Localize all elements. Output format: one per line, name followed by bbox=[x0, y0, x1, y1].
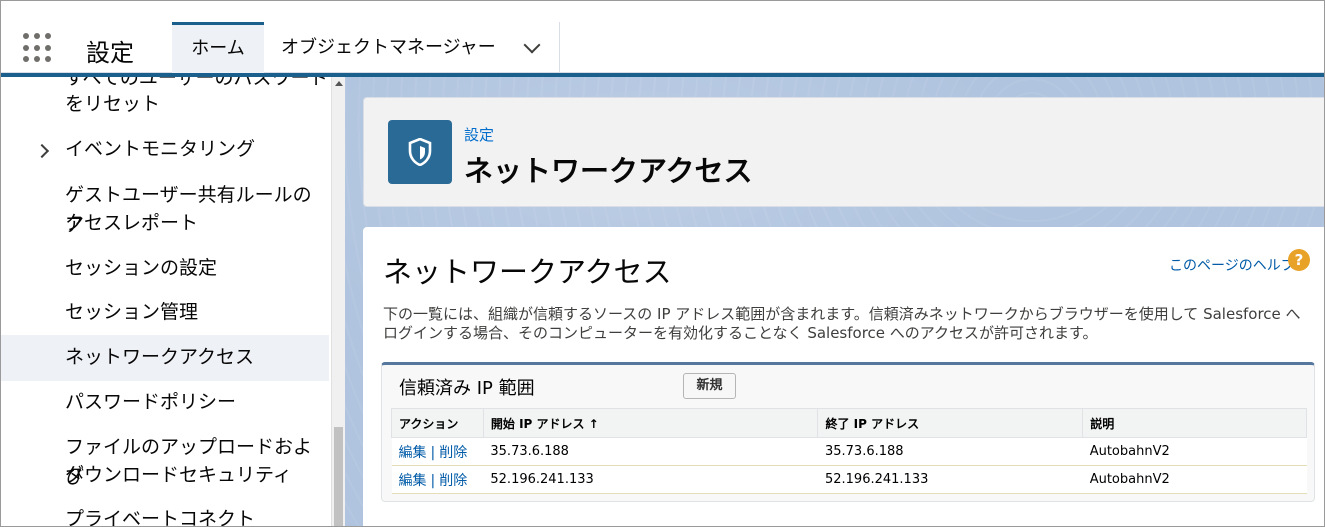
sidebar-scrollbar[interactable] bbox=[331, 77, 345, 526]
chevron-right-icon[interactable] bbox=[34, 143, 50, 159]
sidebar-item-private-connect[interactable]: プライベートコネクト bbox=[1, 504, 329, 527]
sidebar-item-session-settings[interactable]: セッションの設定 bbox=[1, 253, 329, 283]
column-header-action: アクション bbox=[391, 408, 484, 438]
action-separator: | bbox=[430, 444, 436, 461]
action-separator: | bbox=[430, 472, 436, 489]
setup-sidebar: すべてのユーザーのパスワード をリセット イベントモニタリング ゲストユーザー共… bbox=[1, 77, 331, 527]
sidebar-item-password-policies[interactable]: パスワードポリシー bbox=[1, 387, 329, 417]
description-cell: AutobahnV2 bbox=[1082, 465, 1307, 494]
main-content: 設定 ネットワークアクセス ネットワークアクセス このページのヘルプ ? 下の一… bbox=[345, 77, 1324, 526]
description-text: 下の一覧には、組織が信頼するソースの IP アドレス範囲が含まれます。信頼済みネ… bbox=[383, 305, 1301, 342]
section-title: ネットワークアクセス bbox=[383, 255, 672, 289]
new-button[interactable]: 新規 bbox=[683, 373, 736, 399]
scroll-up-arrow-icon[interactable] bbox=[335, 81, 343, 86]
sidebar-item-label: クセスレポート bbox=[65, 212, 199, 234]
row-actions: 編集 | 削除 bbox=[391, 465, 484, 494]
start-ip-cell: 52.196.241.133 bbox=[483, 465, 818, 494]
related-list-title: 信頼済み IP 範囲 bbox=[399, 378, 535, 399]
scroll-thumb[interactable] bbox=[334, 427, 343, 526]
delete-link[interactable]: 削除 bbox=[439, 473, 467, 489]
sidebar-item-label: プライベートコネクト bbox=[65, 508, 256, 527]
page-header: 設定 ネットワークアクセス bbox=[363, 97, 1324, 207]
sidebar-item-label: セッション管理 bbox=[65, 301, 199, 323]
delete-link[interactable]: 削除 bbox=[439, 445, 467, 461]
sidebar-item-event-monitoring[interactable]: イベントモニタリング bbox=[1, 134, 329, 164]
page-title: ネットワークアクセス bbox=[464, 154, 753, 188]
shield-icon bbox=[388, 120, 452, 184]
app-launcher-icon[interactable] bbox=[23, 33, 53, 63]
end-ip-cell: 35.73.6.188 bbox=[817, 437, 1083, 466]
ip-range-table: アクション 開始 IP アドレス ↑ 終了 IP アドレス 説明 編集 | 削除 3… bbox=[391, 408, 1307, 494]
app-title: 設定 bbox=[86, 39, 134, 67]
sidebar-item-guest-sharing-report-cont[interactable]: クセスレポート bbox=[1, 208, 329, 238]
column-header-end-ip[interactable]: 終了 IP アドレス bbox=[817, 408, 1084, 438]
sidebar-item-label: すべてのユーザーのパスワード bbox=[65, 77, 329, 89]
app-window: 設定 ホーム オブジェクトマネージャー すべてのユーザーのパスワード をリセット… bbox=[0, 0, 1325, 527]
chevron-down-icon[interactable] bbox=[523, 36, 541, 54]
sidebar-item-label: ネットワークアクセス bbox=[65, 346, 255, 368]
column-header-start-ip[interactable]: 開始 IP アドレス ↑ bbox=[482, 408, 819, 438]
help-link[interactable]: このページのヘルプ bbox=[1169, 255, 1295, 275]
sidebar-item-label: イベントモニタリング bbox=[65, 138, 256, 160]
table-row: 編集 | 削除 35.73.6.188 35.73.6.188 AutobahnV2 bbox=[391, 437, 1307, 466]
edit-link[interactable]: 編集 bbox=[399, 445, 427, 461]
tab-object-manager-label: オブジェクトマネージャー bbox=[281, 37, 496, 58]
content-panel: ネットワークアクセス このページのヘルプ ? 下の一覧には、組織が信頼するソース… bbox=[363, 227, 1324, 526]
tab-object-manager[interactable]: オブジェクトマネージャー bbox=[264, 22, 560, 73]
end-ip-cell: 52.196.241.133 bbox=[817, 465, 1083, 494]
sidebar-item-label: セッションの設定 bbox=[65, 257, 218, 279]
row-actions: 編集 | 削除 bbox=[391, 437, 484, 466]
column-header-description[interactable]: 説明 bbox=[1082, 408, 1307, 438]
sidebar-item-label: ダウンロードセキュリティ bbox=[65, 464, 292, 486]
sidebar-item-label: パスワードポリシー bbox=[65, 391, 237, 413]
sidebar-item-network-access[interactable]: ネットワークアクセス bbox=[1, 335, 329, 381]
sidebar-item-reset-passwords-cont[interactable]: をリセット bbox=[1, 89, 329, 119]
table-row: 編集 | 削除 52.196.241.133 52.196.241.133 Auto… bbox=[391, 465, 1307, 494]
global-header: 設定 ホーム オブジェクトマネージャー bbox=[1, 1, 1324, 77]
tab-home[interactable]: ホーム bbox=[172, 22, 264, 73]
table-header-row: アクション 開始 IP アドレス ↑ 終了 IP アドレス 説明 bbox=[391, 408, 1307, 438]
sidebar-item-label: をリセット bbox=[65, 93, 161, 115]
description-cell: AutobahnV2 bbox=[1082, 437, 1307, 466]
sidebar-item-session-management[interactable]: セッション管理 bbox=[1, 297, 329, 327]
start-ip-cell: 35.73.6.188 bbox=[483, 437, 818, 466]
question-icon[interactable]: ? bbox=[1288, 249, 1310, 271]
sidebar-item-file-security-cont[interactable]: ダウンロードセキュリティ bbox=[1, 460, 329, 490]
breadcrumb[interactable]: 設定 bbox=[464, 124, 494, 145]
trusted-ip-ranges-list: 信頼済み IP 範囲 新規 アクション 開始 IP アドレス ↑ 終了 IP ア… bbox=[381, 362, 1315, 502]
edit-link[interactable]: 編集 bbox=[399, 473, 427, 489]
